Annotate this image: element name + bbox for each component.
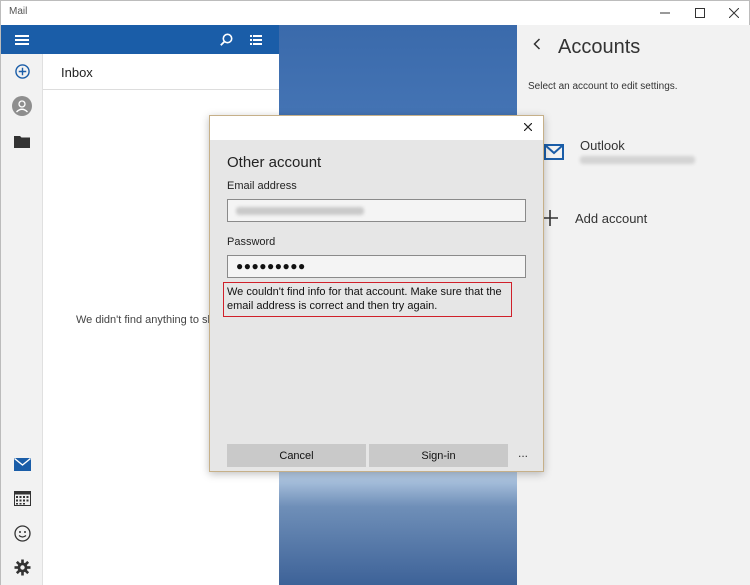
dialog-title: Other account (227, 154, 322, 171)
password-mask: ●●●●●●●●● (236, 259, 306, 273)
folders-button[interactable] (1, 127, 43, 155)
error-message: We couldn't find info for that account. … (223, 282, 512, 317)
compose-icon (14, 63, 30, 79)
settings-button[interactable] (1, 553, 43, 581)
accounts-title: Accounts (558, 36, 641, 58)
empty-list-message: We didn't find anything to sho (76, 314, 220, 326)
maximize-button[interactable] (685, 1, 715, 25)
redacted-account-email (580, 156, 695, 164)
add-account-label: Add account (575, 211, 648, 226)
minimize-button[interactable] (650, 1, 680, 25)
hamburger-icon (15, 34, 29, 45)
settings-icon (14, 559, 30, 575)
cancel-button[interactable]: Cancel (227, 444, 366, 467)
accounts-button[interactable] (1, 92, 43, 120)
hamburger-button[interactable] (1, 25, 43, 54)
app-title: Mail (9, 6, 28, 17)
feedback-button[interactable] (1, 519, 43, 547)
calendar-button[interactable] (1, 484, 43, 512)
search-button[interactable] (211, 25, 241, 54)
maximize-icon (695, 8, 705, 18)
list-divider (43, 89, 279, 90)
close-icon (729, 8, 739, 18)
redacted-email-value (236, 207, 364, 215)
search-icon (219, 33, 232, 46)
calendar-icon (13, 490, 31, 506)
nav-rail (1, 25, 43, 585)
folder-icon (14, 135, 30, 148)
accounts-hint: Select an account to edit settings. (528, 81, 678, 92)
accounts-pane: Accounts Select an account to edit setti… (517, 25, 750, 585)
password-field[interactable]: ●●●●●●●●● (227, 255, 526, 278)
dialog-title-bar (210, 116, 543, 140)
mail-nav-button[interactable] (1, 450, 43, 478)
dialog-close-button[interactable] (519, 119, 537, 134)
back-button[interactable] (533, 37, 541, 55)
other-account-dialog: Other account Email address Password ●●●… (209, 115, 544, 472)
signin-button[interactable]: Sign-in (369, 444, 508, 467)
folder-title: Inbox (61, 65, 93, 80)
email-label: Email address (227, 180, 297, 192)
avatar-icon (12, 96, 32, 116)
list-header (43, 25, 279, 54)
mail-window: Mail Inbox We didn't find anything to sh… (0, 0, 750, 585)
back-icon (533, 38, 541, 50)
mail-icon (544, 144, 564, 165)
close-window-button[interactable] (719, 1, 749, 25)
more-options-button[interactable]: ... (518, 446, 528, 460)
new-mail-button[interactable] (1, 57, 43, 85)
account-name: Outlook (580, 138, 625, 153)
feedback-icon (13, 524, 31, 542)
add-icon (542, 208, 558, 230)
title-bar: Mail (1, 1, 749, 25)
selection-mode-button[interactable] (241, 25, 271, 54)
email-field[interactable] (227, 199, 526, 222)
password-label: Password (227, 236, 276, 248)
close-icon (523, 122, 533, 132)
mail-icon (13, 457, 31, 471)
list-filter-icon (250, 34, 262, 45)
minimize-icon (660, 12, 670, 14)
